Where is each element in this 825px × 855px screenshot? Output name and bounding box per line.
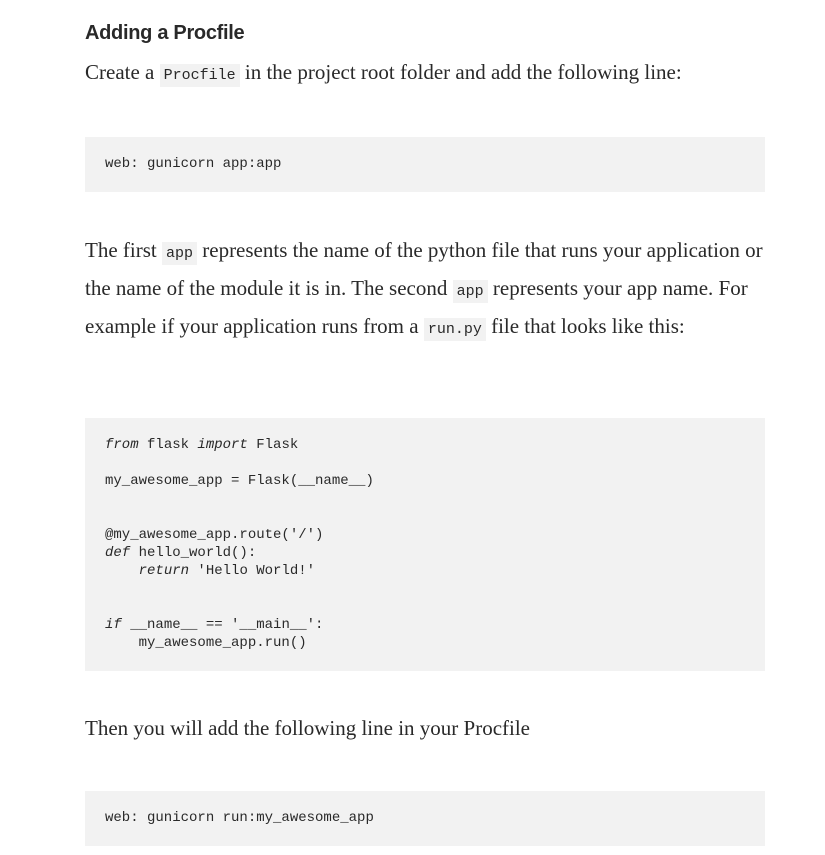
explain-text-4: file that looks like this: — [485, 314, 685, 338]
intro-text-after: in the project root folder and add the f… — [239, 60, 682, 84]
explain-paragraph: The first app represents the name of the… — [85, 233, 765, 347]
code-keyword: from — [105, 437, 139, 453]
code-text: flask — [138, 437, 198, 453]
code-keyword: def — [105, 545, 131, 561]
explain-text-1: The first — [85, 238, 162, 262]
code-line-def: def hello_world(): — [105, 544, 256, 562]
inline-code-app-first: app — [161, 242, 197, 265]
code-line: web: gunicorn app:app — [105, 156, 282, 172]
code-line-import: from flask import Flask — [105, 436, 298, 454]
code-text: __name__ == '__main__': — [121, 617, 324, 633]
code-line: web: gunicorn run:my_awesome_app — [105, 810, 374, 826]
code-block-procfile-line: web: gunicorn app:app — [85, 137, 765, 192]
code-keyword: import — [197, 437, 248, 453]
code-line-app-assign: my_awesome_app = Flask(__name__) — [105, 473, 374, 489]
code-line-return: return 'Hello World!' — [105, 562, 315, 580]
code-block-procfile-final: web: gunicorn run:my_awesome_app — [85, 791, 765, 846]
intro-paragraph: Create a Procfile in the project root fo… — [85, 55, 765, 93]
then-paragraph: Then you will add the following line in … — [85, 716, 530, 740]
section-heading: Adding a Procfile — [85, 22, 245, 44]
inline-code-run-py: run.py — [423, 318, 486, 341]
code-keyword: return — [138, 563, 190, 579]
code-text: 'Hello World!' — [189, 563, 316, 579]
inline-code-app-second: app — [452, 280, 488, 303]
code-keyword: if — [105, 617, 122, 633]
code-text: hello_world(): — [130, 545, 257, 561]
code-text: Flask — [247, 437, 299, 453]
code-line-route-decorator: @my_awesome_app.route('/') — [105, 527, 324, 543]
code-line-run: my_awesome_app.run() — [105, 635, 307, 651]
intro-text-before: Create a — [85, 60, 160, 84]
code-block-run-py: from flask import Flask my_awesome_app =… — [85, 418, 765, 671]
inline-code-procfile: Procfile — [159, 64, 240, 87]
code-line-if-main: if __name__ == '__main__': — [105, 616, 323, 634]
